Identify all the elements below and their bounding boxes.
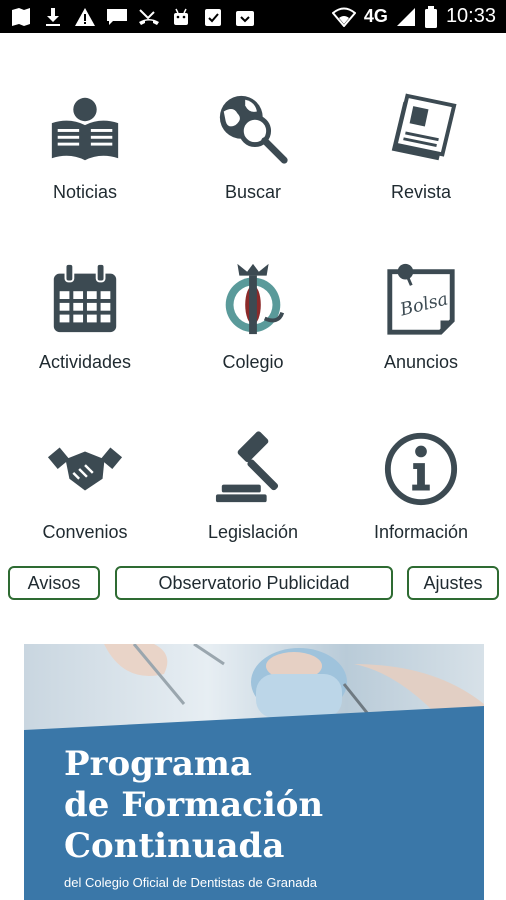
secondary-buttons: Avisos Observatorio Publicidad Ajustes bbox=[0, 566, 506, 600]
banner-title-line: de Formación bbox=[64, 785, 324, 825]
menu-item-legislacion[interactable]: Legislación bbox=[173, 430, 333, 560]
menu-item-informacion[interactable]: Información bbox=[341, 430, 501, 560]
menu-item-label: Anuncios bbox=[383, 352, 459, 372]
menu-item-label: Convenios bbox=[42, 522, 128, 542]
college-emblem-icon bbox=[225, 263, 285, 335]
battery-icon bbox=[424, 5, 437, 28]
promo-banner[interactable]: Programa de Formación Continuada del Col… bbox=[24, 644, 484, 900]
network-type: 4G bbox=[363, 6, 388, 26]
info-icon bbox=[384, 432, 458, 506]
gavel-icon bbox=[215, 431, 279, 503]
status-bar: 4G 10:33 bbox=[0, 0, 506, 33]
menu-item-anuncios[interactable]: Bolsa Anuncios bbox=[341, 260, 501, 390]
maps-icon bbox=[12, 7, 30, 26]
warning-icon bbox=[75, 7, 95, 26]
inbox-icon bbox=[236, 10, 254, 26]
signal-icon bbox=[396, 7, 415, 26]
banner-title: Programa de Formación Continuada bbox=[64, 744, 323, 867]
newspaper-reader-icon bbox=[51, 97, 119, 161]
clipboard-check-icon bbox=[205, 8, 221, 26]
banner-subtitle: del Colegio Oficial de Dentistas de Gran… bbox=[64, 875, 317, 890]
menu-item-colegio[interactable]: Colegio bbox=[173, 260, 333, 390]
avisos-button[interactable]: Avisos bbox=[8, 566, 100, 600]
bulletin-note-icon: Bolsa bbox=[387, 263, 455, 335]
menu-item-convenios[interactable]: Convenios bbox=[5, 430, 165, 560]
calendar-icon bbox=[53, 262, 117, 333]
ajustes-button[interactable]: Ajustes bbox=[407, 566, 499, 600]
menu-item-label: Legislación bbox=[207, 522, 299, 542]
menu-item-noticias[interactable]: Noticias bbox=[5, 90, 165, 220]
menu-item-buscar[interactable]: Buscar bbox=[173, 90, 333, 220]
globe-search-icon bbox=[219, 95, 288, 164]
menu-item-label: Revista bbox=[390, 182, 452, 202]
magazine-icon bbox=[391, 93, 457, 161]
menu-item-label: Colegio bbox=[222, 352, 284, 372]
clock: 10:33 bbox=[445, 5, 496, 27]
menu-item-label: Información bbox=[373, 522, 469, 542]
menu-item-label: Buscar bbox=[224, 182, 282, 202]
missed-call-icon bbox=[139, 8, 159, 25]
menu-item-label: Actividades bbox=[38, 352, 132, 372]
observatorio-publicidad-button[interactable]: Observatorio Publicidad bbox=[115, 566, 393, 600]
menu-item-actividades[interactable]: Actividades bbox=[5, 260, 165, 390]
download-icon bbox=[46, 7, 60, 26]
notification-icons bbox=[10, 7, 256, 27]
handshake-icon bbox=[47, 447, 123, 491]
message-icon bbox=[107, 8, 127, 25]
wifi-icon bbox=[331, 7, 356, 27]
menu-item-revista[interactable]: Revista bbox=[341, 90, 501, 220]
android-icon bbox=[174, 8, 188, 25]
menu-item-label: Noticias bbox=[52, 182, 118, 202]
banner-title-line: Programa bbox=[64, 744, 252, 784]
system-status: 4G 10:33 bbox=[331, 5, 496, 28]
banner-title-line: Continuada bbox=[64, 826, 285, 866]
